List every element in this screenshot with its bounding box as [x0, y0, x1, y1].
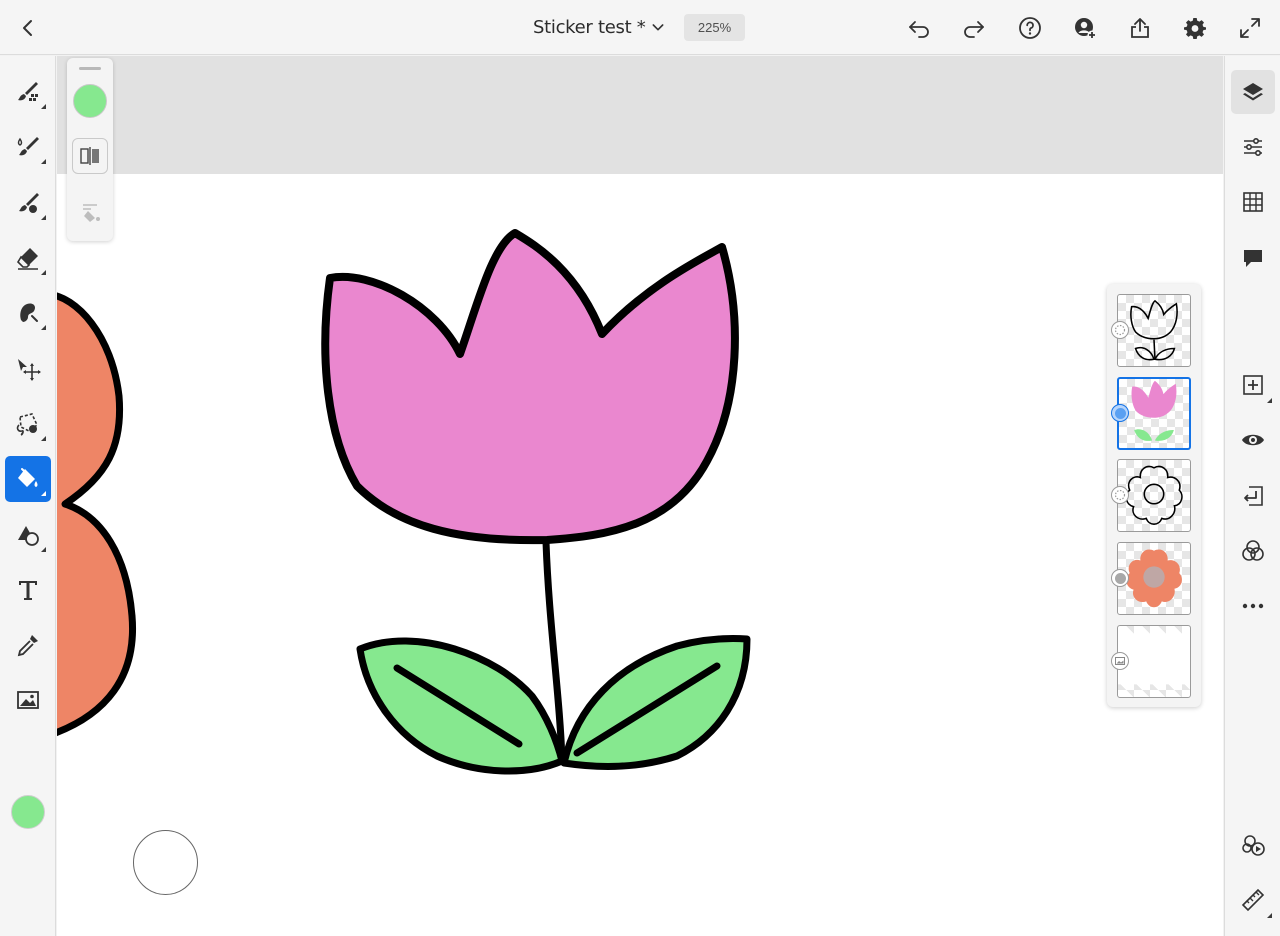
fill-settings-button[interactable] [72, 194, 108, 230]
add-layer-button[interactable] [1231, 363, 1275, 407]
split-fill-button[interactable] [72, 138, 108, 174]
grid-icon [1243, 192, 1263, 212]
title-menu-button[interactable] [645, 14, 671, 40]
reference-layer-icon [1242, 835, 1265, 856]
grid-button[interactable] [1231, 180, 1275, 224]
fill-settings-icon [83, 204, 100, 222]
live-brush-tool[interactable] [5, 124, 51, 170]
eraser-tool[interactable] [5, 235, 51, 281]
eyedropper-tool[interactable] [5, 622, 51, 668]
left-toolbar [0, 56, 56, 936]
comments-button[interactable] [1231, 236, 1275, 280]
layer-options-flower-outline[interactable] [1111, 486, 1129, 504]
text-icon [19, 581, 37, 600]
live-brush-icon [17, 137, 39, 156]
layer-options-background[interactable] [1111, 652, 1129, 670]
layers-icon [1243, 83, 1263, 101]
canvas[interactable] [57, 56, 1223, 936]
split-fill-icon [80, 147, 99, 165]
eraser-icon [16, 248, 38, 270]
current-color-swatch[interactable] [11, 795, 45, 829]
fullscreen-icon [1240, 18, 1260, 38]
chevron-down-icon [652, 24, 664, 31]
eyedropper-icon [17, 635, 38, 657]
share-button[interactable] [1122, 10, 1158, 46]
comments-icon [1244, 250, 1262, 267]
layer-active-indicator [1114, 407, 1126, 419]
shapes-icon [18, 526, 39, 546]
right-toolbar [1224, 56, 1280, 936]
more-icon [1242, 603, 1264, 609]
layers-button[interactable] [1231, 70, 1275, 114]
layer-properties-button[interactable] [1231, 125, 1275, 169]
blend-mode-icon [1242, 540, 1264, 561]
layer-properties-icon [1244, 137, 1262, 157]
more-options-button[interactable] [1231, 584, 1275, 628]
invite-icon [1075, 18, 1097, 40]
layer-state-indicator [1114, 572, 1126, 584]
image-icon [1115, 657, 1125, 665]
zoom-level[interactable]: 225% [684, 14, 745, 41]
undo-button[interactable] [901, 10, 937, 46]
fill-color-swatch[interactable] [73, 84, 107, 118]
panel-drag-handle[interactable] [79, 67, 101, 70]
fill-tool[interactable] [5, 456, 51, 502]
fill-options-panel [67, 58, 113, 241]
visibility-button[interactable] [1231, 418, 1275, 462]
document-title[interactable]: Sticker test * [533, 17, 646, 38]
vector-brush-icon [19, 193, 39, 213]
redo-button[interactable] [956, 10, 992, 46]
settings-icon [1184, 18, 1206, 39]
transform-icon [18, 359, 41, 381]
merge-down-icon [1244, 486, 1263, 506]
pixel-brush-icon [18, 82, 38, 101]
orange-flower-petals [57, 292, 137, 737]
artwork [57, 229, 751, 775]
text-tool[interactable] [5, 567, 51, 613]
lasso-select-icon [16, 413, 38, 436]
layer-options-tulip-outline[interactable] [1111, 321, 1129, 339]
share-icon [1131, 18, 1149, 38]
add-layer-icon [1243, 375, 1263, 395]
merge-down-button[interactable] [1231, 474, 1275, 518]
layer-options-tulip-color[interactable] [1111, 404, 1129, 422]
redo-icon [964, 21, 984, 38]
settings-button[interactable] [1177, 10, 1213, 46]
fill-icon [18, 468, 38, 487]
brush-cursor [133, 830, 198, 895]
ruler-button[interactable] [1231, 878, 1275, 922]
invite-button[interactable] [1067, 10, 1103, 46]
shapes-tool[interactable] [5, 512, 51, 558]
app-window: Sticker test * 225% [0, 0, 1280, 936]
back-button[interactable] [10, 10, 46, 46]
blend-mode-button[interactable] [1231, 529, 1275, 573]
help-button[interactable] [1012, 10, 1048, 46]
help-icon [1019, 17, 1041, 39]
lasso-select-tool[interactable] [5, 401, 51, 447]
tulip-color-preview [1131, 380, 1177, 441]
layers-panel [1107, 284, 1201, 707]
smudge-icon [20, 303, 38, 322]
fullscreen-button[interactable] [1232, 10, 1268, 46]
pixel-brush-tool[interactable] [5, 69, 51, 115]
reference-layer-button[interactable] [1231, 823, 1275, 867]
visibility-icon [1242, 434, 1264, 446]
dotted-circle-icon [1114, 324, 1126, 336]
dotted-circle-icon [1114, 489, 1126, 501]
tulip-head [321, 229, 739, 545]
image-icon [17, 691, 39, 709]
layer-options-flower-color[interactable] [1111, 569, 1129, 587]
chevron-left-icon [23, 20, 32, 36]
vector-brush-tool[interactable] [5, 180, 51, 226]
smudge-tool[interactable] [5, 290, 51, 336]
undo-icon [909, 21, 929, 38]
top-bar: Sticker test * 225% [0, 0, 1280, 55]
image-tool[interactable] [5, 677, 51, 723]
ruler-icon [1241, 888, 1265, 912]
transform-tool[interactable] [5, 346, 51, 392]
